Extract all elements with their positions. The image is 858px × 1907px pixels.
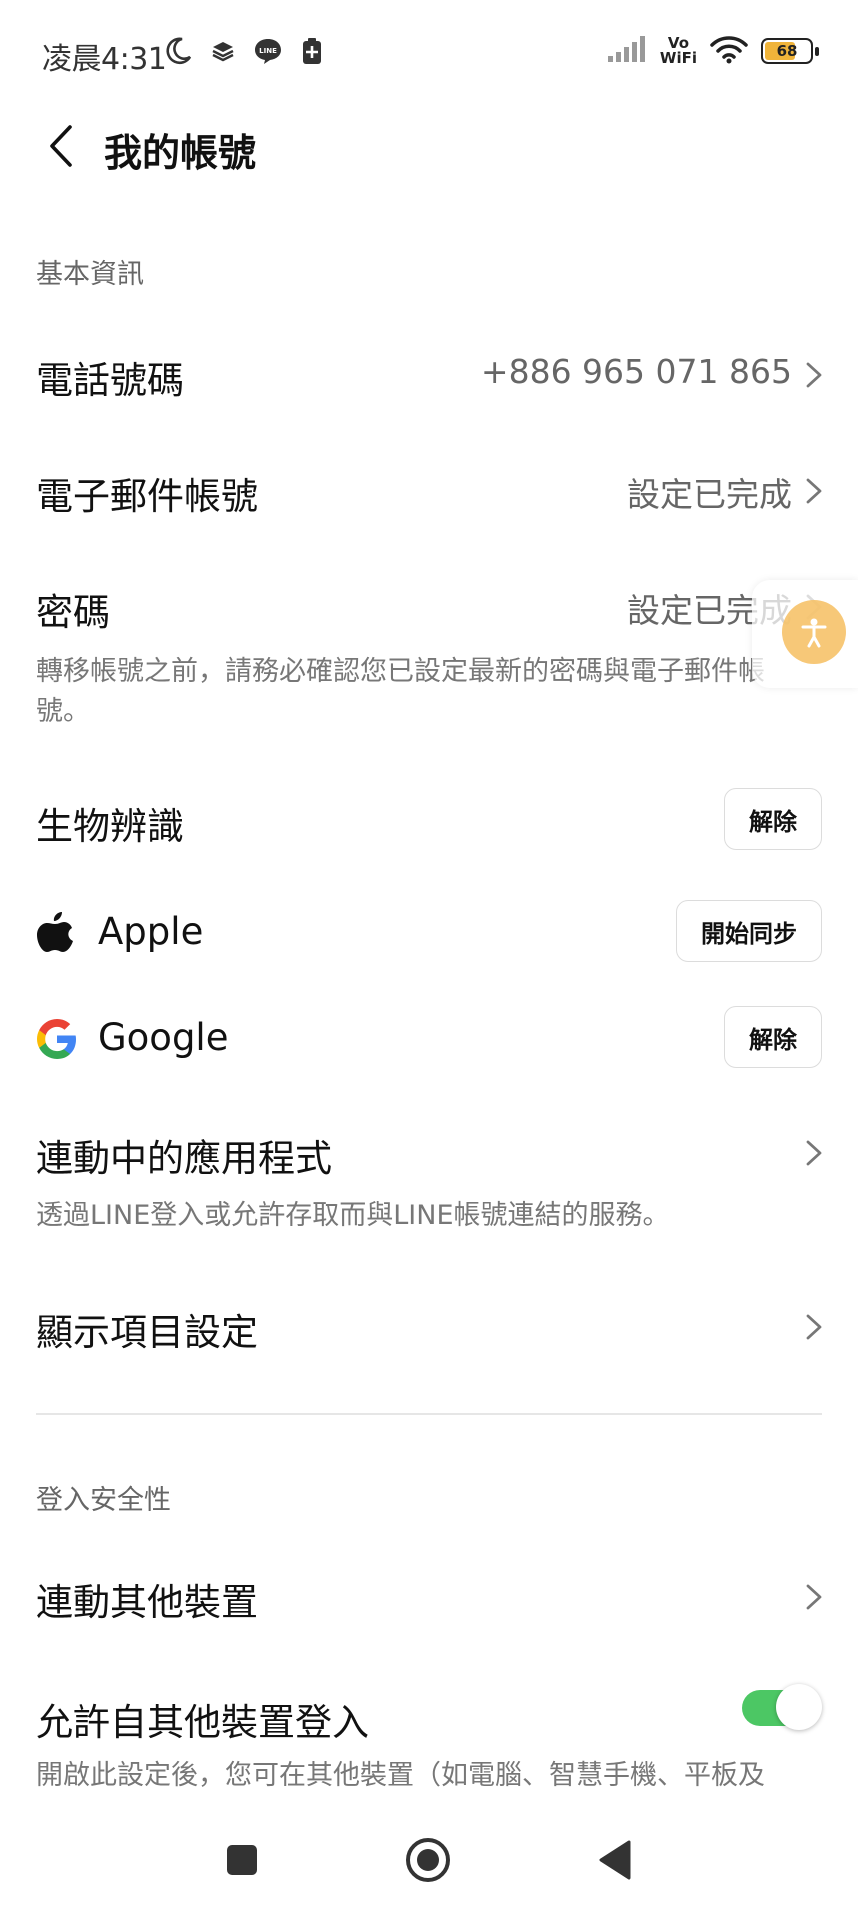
chevron-right-icon (802, 1312, 826, 1342)
google-remove-button[interactable]: 解除 (724, 1006, 822, 1068)
chevron-right-icon (802, 1582, 826, 1612)
email-label: 電子郵件帳號 (36, 475, 258, 518)
vowifi-indicator: Vo WiFi (659, 34, 697, 67)
chevron-left-icon (46, 123, 76, 173)
allow-login-description: 開啟此設定後，您可在其他裝置（如電腦、智慧手機、平板及 (36, 1760, 765, 1791)
signal-icon (606, 34, 648, 68)
google-logo-icon (36, 1018, 78, 1064)
layers-icon (211, 39, 235, 67)
line-app-icon: LINE (253, 36, 283, 70)
accessibility-icon (782, 600, 846, 664)
google-label: Google (98, 1016, 229, 1059)
phone-value: +886 965 071 865 (480, 352, 792, 391)
linked-apps-description: 透過LINE登入或允許存取而與LINE帳號連結的服務。 (36, 1200, 670, 1231)
email-value: 設定已完成 (627, 475, 792, 514)
password-description: 轉移帳號之前，請務必確認您已設定最新的密碼與電子郵件帳號。 (36, 656, 765, 727)
recents-square-icon[interactable] (212, 1830, 272, 1890)
section-divider (36, 1413, 822, 1415)
phone-label: 電話號碼 (36, 359, 184, 402)
password-row[interactable]: 密碼 設定已完成 轉移帳號之前，請務必確認您已設定最新的密碼與電子郵件帳號。 (0, 572, 858, 732)
toggle-knob (776, 1684, 822, 1730)
linked-apps-row[interactable]: 連動中的應用程式 透過LINE登入或允許存取而與LINE帳號連結的服務。 (0, 1118, 858, 1238)
home-circle-icon[interactable] (398, 1830, 458, 1890)
page-title: 我的帳號 (104, 131, 257, 175)
link-devices-label: 連動其他裝置 (36, 1581, 258, 1624)
header: 我的帳號 (0, 108, 858, 218)
battery-icon: 68 (761, 38, 819, 64)
google-row: Google 解除 (0, 1004, 858, 1074)
email-row[interactable]: 電子郵件帳號 設定已完成 (0, 456, 858, 526)
biometric-row: 生物辨識 解除 (0, 786, 858, 856)
allow-login-toggle[interactable] (742, 1684, 822, 1730)
battery-saver-icon (301, 37, 323, 69)
biometric-label: 生物辨識 (36, 805, 184, 848)
wifi-icon (709, 34, 749, 68)
accessibility-floating-button[interactable] (752, 580, 858, 688)
allow-login-label: 允許自其他裝置登入 (36, 1701, 369, 1744)
system-nav-bar (0, 1800, 858, 1907)
linked-apps-label: 連動中的應用程式 (36, 1137, 332, 1180)
chevron-right-icon (802, 476, 826, 506)
moon-icon (163, 36, 193, 70)
status-system-icons: Vo WiFi 68 (606, 34, 819, 68)
password-label: 密碼 (36, 591, 110, 634)
chevron-right-icon (802, 360, 826, 390)
allow-login-row: 允許自其他裝置登入 開啟此設定後，您可在其他裝置（如電腦、智慧手機、平板及 (0, 1680, 858, 1800)
status-bar: 凌晨4:31 LINE Vo WiFi 68 (0, 0, 858, 108)
section-title-basic-info: 基本資訊 (36, 259, 144, 290)
apple-logo-icon (36, 910, 74, 958)
section-title-login-security: 登入安全性 (36, 1485, 171, 1516)
svg-text:LINE: LINE (259, 47, 277, 55)
display-settings-label: 顯示項目設定 (36, 1311, 258, 1354)
apple-label: Apple (98, 910, 204, 953)
phone-row[interactable]: 電話號碼 +886 965 071 865 (0, 340, 858, 410)
back-triangle-icon[interactable] (585, 1830, 645, 1890)
apple-row: Apple 開始同步 (0, 898, 858, 968)
chevron-right-icon (802, 1138, 826, 1168)
back-button[interactable] (36, 118, 86, 178)
status-notification-icons: LINE (163, 36, 323, 70)
link-devices-row[interactable]: 連動其他裝置 (0, 1562, 858, 1632)
biometric-remove-button[interactable]: 解除 (724, 788, 822, 850)
display-settings-row[interactable]: 顯示項目設定 (0, 1292, 858, 1362)
apple-sync-button[interactable]: 開始同步 (676, 900, 822, 962)
status-time: 凌晨4:31 (42, 42, 167, 77)
